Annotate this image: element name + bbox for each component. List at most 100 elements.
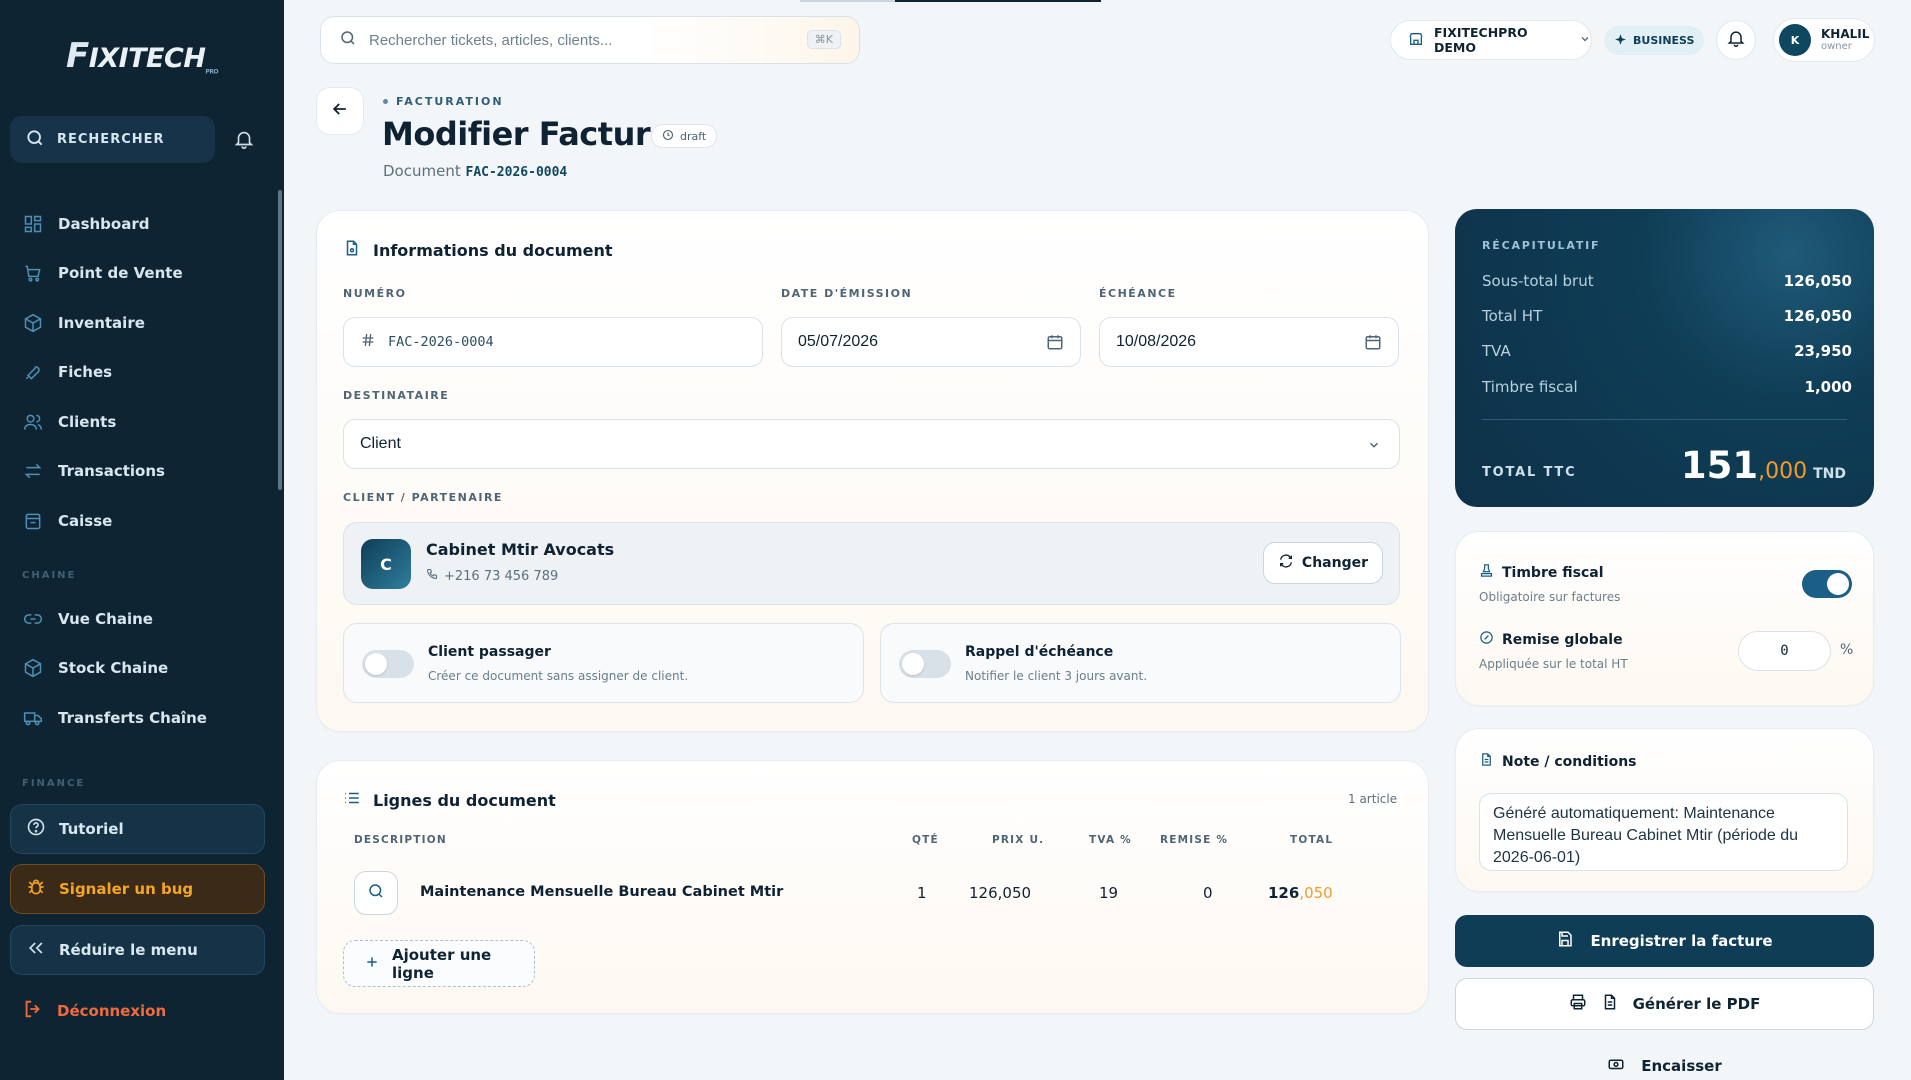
plus-icon [364, 954, 380, 974]
progress-track [800, 0, 895, 2]
progress-indicator [895, 0, 1101, 2]
sidebar-item-transferts-chaine[interactable]: Transferts Chaîne [22, 693, 207, 743]
store-icon [1408, 31, 1424, 50]
dashboard-icon [22, 213, 44, 235]
fiscal-stamp-toggle[interactable] [1802, 570, 1852, 598]
report-bug-button[interactable]: Signaler un bug [10, 864, 265, 914]
generate-pdf-button[interactable]: Générer le PDF [1455, 978, 1874, 1030]
summary-row: Timbre fiscal 1,000 [1482, 378, 1852, 396]
recipient-select[interactable]: Client [343, 419, 1400, 469]
shortcut-hint: ⌘K [806, 30, 841, 49]
emission-date-label: DATE D'ÉMISSION [781, 287, 913, 300]
article-count: 1 article [1348, 792, 1398, 806]
line-article-search-button[interactable] [354, 871, 398, 915]
tutorial-button[interactable]: Tutoriel [10, 804, 265, 854]
line-description[interactable]: Maintenance Mensuelle Bureau Cabinet Mti… [420, 884, 783, 900]
add-line-button[interactable]: Ajouter une ligne [343, 940, 535, 987]
fiscal-stamp-subtitle: Obligatoire sur factures [1479, 590, 1621, 604]
breadcrumb-label: FACTURATION [396, 95, 504, 108]
recipient-value: Client [360, 435, 401, 452]
currency-label: TND [1813, 466, 1846, 482]
col-total: TOTAL [1290, 834, 1334, 846]
walk-in-client-toggle[interactable] [362, 650, 414, 678]
plan-badge: BUSINESS [1604, 26, 1705, 55]
summary-divider [1482, 419, 1847, 420]
change-client-button[interactable]: Changer [1262, 542, 1383, 584]
global-search[interactable]: ⌘K [320, 16, 860, 64]
walk-in-client-title: Client passager [428, 644, 551, 660]
line-total-dec: ,050 [1299, 884, 1333, 902]
swap-icon [1278, 553, 1294, 573]
due-reminder-subtitle: Notifier le client 3 jours avant. [965, 669, 1148, 683]
summary-title: RÉCAPITULATIF [1482, 239, 1601, 252]
fiscal-stamp-title: Timbre fiscal [1479, 563, 1604, 582]
sidebar-item-dashboard[interactable]: Dashboard [22, 199, 183, 249]
note-textarea[interactable]: Généré automatiquement: Maintenance Mens… [1479, 793, 1848, 871]
chevron-down-icon [1367, 438, 1381, 457]
collect-payment-button[interactable]: Encaisser [1455, 1052, 1874, 1080]
tutorial-label: Tutoriel [59, 820, 124, 838]
due-date-field[interactable]: 10/08/2026 [1099, 317, 1399, 367]
user-menu[interactable]: K KHALIL owner [1773, 18, 1875, 62]
file-icon [343, 239, 361, 261]
sidebar-item-point-de-vente[interactable]: Point de Vente [22, 249, 183, 299]
due-date-label: ÉCHÉANCE [1099, 287, 1177, 300]
organization-selector[interactable]: FIXITECHPRO DEMO [1390, 20, 1592, 60]
summary-card: RÉCAPITULATIF Sous-total brut 126,050 Tot… [1455, 209, 1874, 507]
sidebar-item-caisse[interactable]: Caisse [22, 496, 183, 546]
sidebar-item-transactions[interactable]: Transactions [22, 447, 183, 497]
due-reminder-toggle[interactable] [899, 650, 951, 678]
sidebar-item-label: Transactions [58, 462, 165, 481]
hash-icon [360, 332, 376, 353]
sidebar-scrollbar[interactable] [278, 190, 282, 490]
line-discount[interactable]: 0 [1203, 884, 1213, 902]
notifications-icon[interactable] [233, 128, 255, 150]
sidebar-search-button[interactable]: RECHERCHER [10, 116, 215, 163]
logout-button[interactable]: Déconnexion [22, 998, 166, 1024]
breadcrumb: FACTURATION [383, 95, 504, 108]
bug-icon [26, 877, 46, 901]
list-icon [343, 789, 361, 811]
sidebar-item-vue-chaine[interactable]: Vue Chaine [22, 594, 207, 644]
calendar-icon[interactable] [1364, 333, 1382, 356]
chain-section-label: CHAINE [22, 570, 77, 581]
document-info-title-text: Informations du document [373, 240, 613, 260]
emission-date-field[interactable]: 05/07/2026 [781, 317, 1081, 367]
summary-key: Sous-total brut [1482, 272, 1594, 290]
sidebar-item-label: Caisse [58, 511, 113, 530]
sidebar-item-stock-chaine[interactable]: Stock Chaine [22, 644, 207, 694]
sidebar-item-clients[interactable]: Clients [22, 397, 183, 447]
document-lines-title: Lignes du document [343, 789, 556, 811]
line-total-int: 126 [1268, 884, 1300, 902]
app-logo[interactable]: FIXITECHPRO [66, 36, 219, 76]
collapse-menu-button[interactable]: Réduire le menu [10, 925, 265, 975]
stamp-icon [1479, 563, 1494, 582]
banknote-icon [1607, 1055, 1625, 1077]
summary-value: 23,950 [1794, 342, 1852, 360]
chain-nav: Vue Chaine Stock Chaine Transferts Chaîn… [22, 594, 207, 743]
save-invoice-button[interactable]: Enregistrer la facture [1455, 915, 1874, 967]
line-tva[interactable]: 19 [1099, 884, 1118, 902]
document-number: FAC-2026-0004 [465, 165, 568, 180]
bell-icon [1726, 28, 1746, 52]
global-discount-title: Remise globale [1479, 630, 1623, 649]
document-icon [1479, 752, 1494, 771]
sidebar-item-label: Point de Vente [58, 264, 183, 283]
search-icon [25, 128, 45, 152]
back-button[interactable] [316, 87, 364, 135]
sidebar-item-fiches[interactable]: Fiches [22, 348, 183, 398]
due-date-value: 10/08/2026 [1116, 333, 1197, 350]
numero-field[interactable]: FAC-2026-0004 [343, 317, 763, 367]
summary-row: TVA 23,950 [1482, 342, 1852, 360]
global-discount-input[interactable] [1738, 631, 1831, 671]
calendar-icon[interactable] [1046, 333, 1064, 356]
change-client-label: Changer [1301, 555, 1368, 571]
notifications-button[interactable] [1716, 20, 1756, 60]
partner-label: CLIENT / PARTENAIRE [343, 491, 503, 504]
options-card [1455, 531, 1874, 706]
line-qty[interactable]: 1 [917, 884, 927, 902]
printer-icon [1569, 993, 1587, 1015]
line-price[interactable]: 126,050 [969, 884, 1031, 902]
global-search-input[interactable] [369, 31, 789, 49]
sidebar-item-inventaire[interactable]: Inventaire [22, 298, 183, 348]
